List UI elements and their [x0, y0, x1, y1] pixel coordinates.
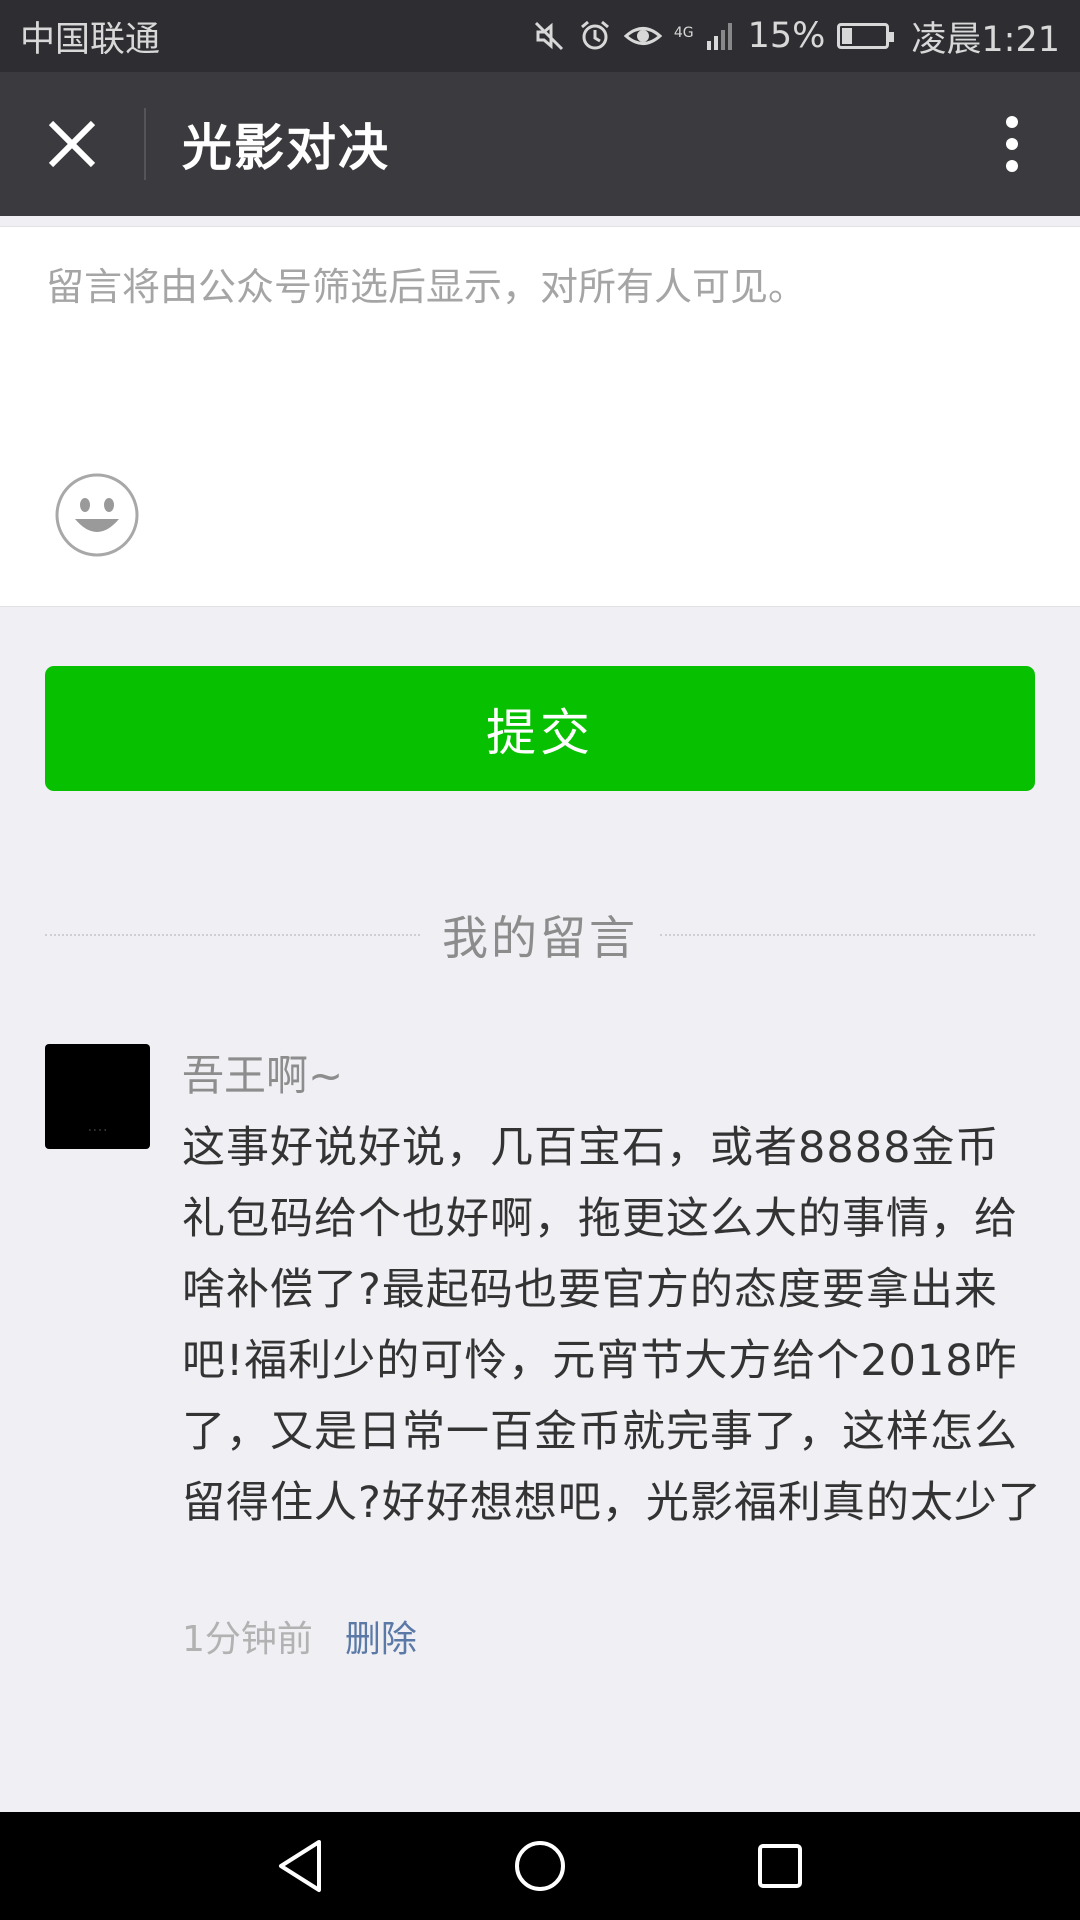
comment-time: 1分钟前: [182, 1619, 313, 1660]
recents-square-icon: [758, 1844, 802, 1888]
comment-box: 留言将由公众号筛选后显示，对所有人可见。: [0, 226, 1080, 607]
battery-icon: [837, 23, 895, 49]
signal-icon: [706, 23, 732, 50]
home-button[interactable]: [495, 1821, 585, 1911]
submit-button[interactable]: 提交: [45, 666, 1035, 791]
emoji-button[interactable]: [55, 473, 139, 557]
divider-right: [660, 934, 1035, 936]
back-triangle-icon: [279, 1840, 321, 1892]
my-comments-heading: 我的留言: [45, 900, 1035, 970]
mute-icon: [534, 21, 563, 51]
navigation-bar: [0, 1812, 1080, 1920]
back-button[interactable]: [255, 1821, 345, 1911]
recents-button[interactable]: [735, 1821, 825, 1911]
network-type-label: 4G: [673, 24, 694, 41]
comment-input[interactable]: 留言将由公众号筛选后显示，对所有人可见。: [46, 257, 1036, 437]
delete-link[interactable]: 删除: [345, 1613, 417, 1667]
eye-icon: [623, 27, 662, 45]
close-button[interactable]: [0, 72, 144, 216]
home-circle-icon: [515, 1841, 565, 1891]
carrier-label: 中国联通: [20, 19, 161, 60]
emoji-smile-icon: [55, 473, 139, 557]
battery-percent: 15%: [747, 16, 826, 56]
status-icons: 4G 15% 凌晨1:21: [532, 11, 1060, 62]
section-title: 我的留言: [442, 911, 638, 965]
more-button[interactable]: [972, 72, 1052, 216]
comment-meta: 1分钟前 删除: [182, 1613, 417, 1667]
title-bar: 光影对决: [0, 72, 1080, 216]
divider-left: [45, 934, 420, 936]
comment-text: 这事好说好说，几百宝石，或者8888金币礼包码给个也好啊，拖更这么大的事情，给啥…: [182, 1123, 1042, 1528]
alarm-icon: [580, 20, 609, 50]
avatar[interactable]: · · · ·: [45, 1044, 150, 1149]
clock: 凌晨1:21: [911, 19, 1060, 60]
close-icon: [48, 120, 96, 168]
comment-nickname: 吾王啊~: [182, 1051, 344, 1100]
page-title: 光影对决: [182, 119, 390, 177]
status-bar: 中国联通 4G 15% 凌晨1:21: [0, 0, 1080, 72]
title-divider: [144, 108, 146, 180]
more-vertical-icon: [1006, 116, 1018, 172]
avatar-image-caption: · · · ·: [88, 1126, 107, 1135]
